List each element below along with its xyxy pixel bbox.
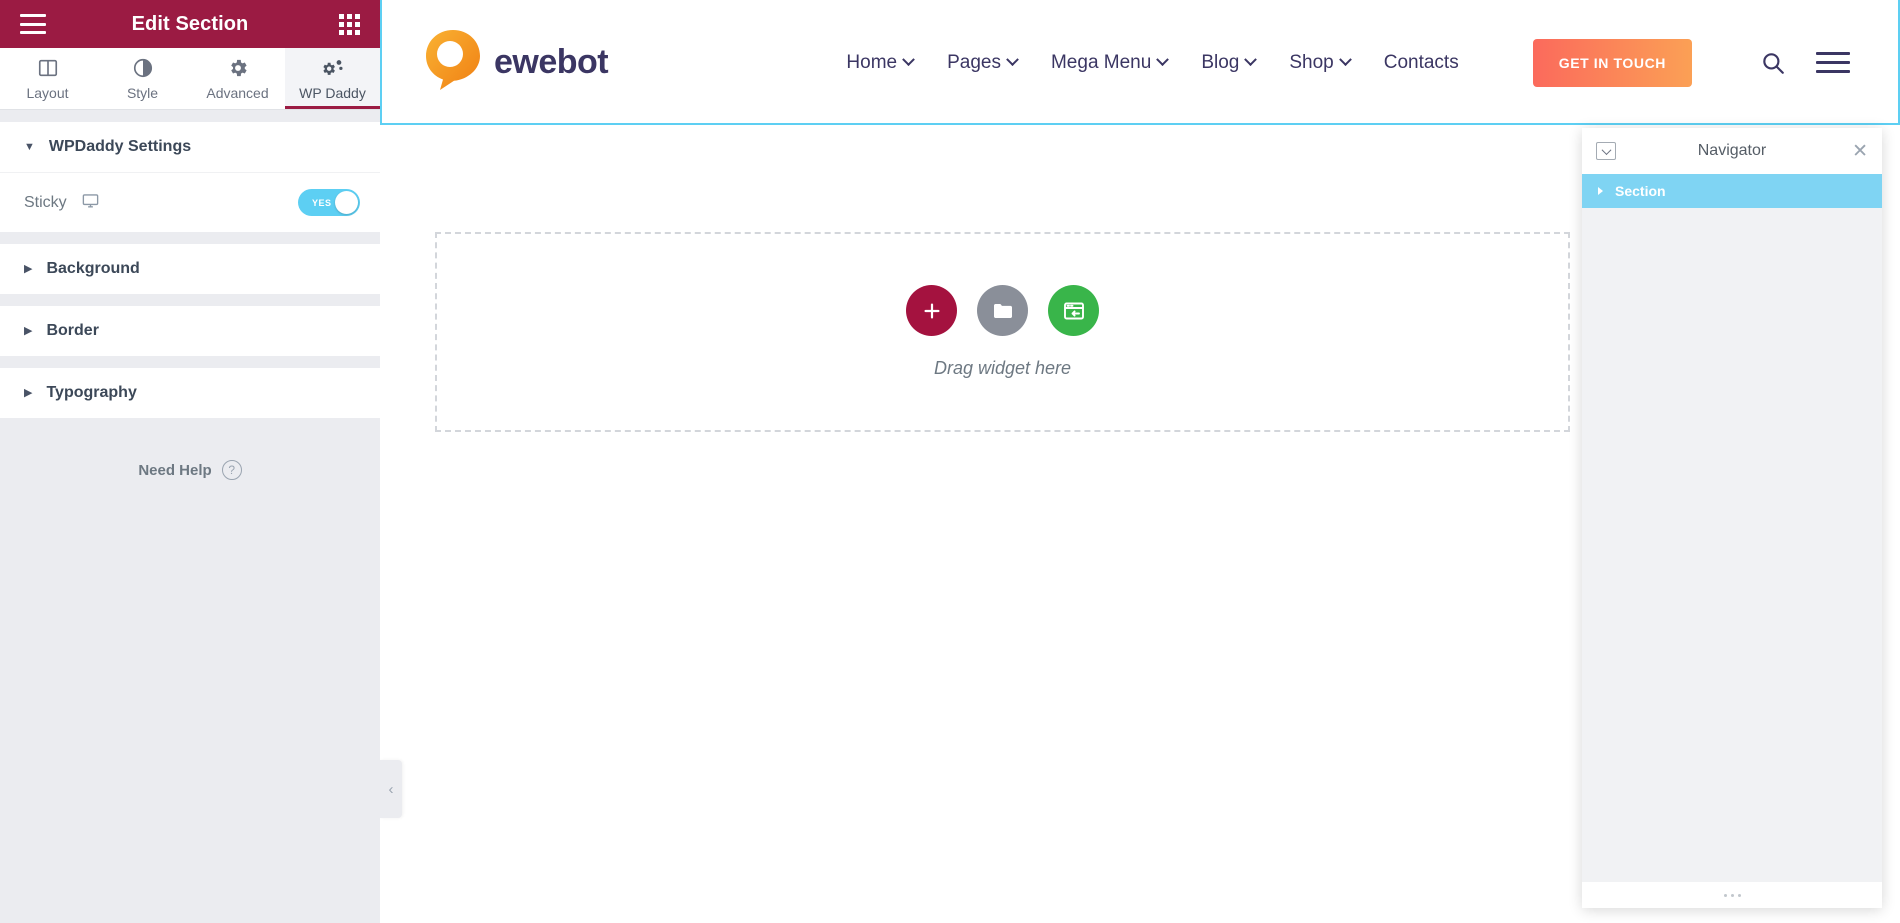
site-logo[interactable]: ewebot	[424, 28, 609, 97]
chevron-left-icon: ‹	[388, 780, 394, 798]
navigator-title: Navigator	[1697, 142, 1767, 159]
desktop-monitor-icon[interactable]	[81, 191, 100, 215]
chevron-down-icon: ▼	[24, 140, 35, 153]
nav-item-blog[interactable]: Blog	[1201, 51, 1258, 74]
navigator-item-section[interactable]: Section	[1582, 174, 1882, 208]
chevron-down-icon	[902, 53, 915, 67]
site-header: ewebot Home Pages Mega Menu Blog Shop Co…	[382, 0, 1898, 125]
navigator-item-label: Section	[1615, 183, 1666, 199]
chevron-right-icon[interactable]	[1598, 187, 1603, 195]
nav-item-pages-label: Pages	[947, 51, 1001, 73]
border-section-title: Border	[46, 322, 99, 339]
dropzone-label: Drag widget here	[933, 358, 1072, 378]
widget-dropzone[interactable]: Drag widget here	[435, 232, 1570, 432]
editor-left-panel: Edit Section Layout Style Advanced WP Da…	[0, 0, 380, 923]
header-icons	[1760, 50, 1850, 76]
add-template-button[interactable]	[977, 285, 1028, 336]
preview-canvas: ewebot Home Pages Mega Menu Blog Shop Co…	[380, 0, 1900, 923]
chevron-down-icon	[1006, 53, 1019, 67]
close-icon[interactable]: ✕	[1852, 142, 1868, 161]
sticky-control-row: Sticky YES	[0, 172, 380, 232]
need-help-link[interactable]: Need Help ?	[0, 460, 380, 480]
site-nav: Home Pages Mega Menu Blog Shop Contacts …	[846, 38, 1850, 87]
panel-tabs: Layout Style Advanced WP Daddy	[0, 48, 380, 110]
hamburger-icon[interactable]	[1816, 52, 1850, 73]
nav-item-pages[interactable]: Pages	[947, 51, 1019, 74]
nav-item-mega-menu[interactable]: Mega Menu	[1050, 51, 1170, 74]
tab-layout-label: Layout	[26, 84, 69, 101]
background-section-title: Background	[46, 260, 140, 277]
grid-icon[interactable]	[339, 13, 360, 35]
typography-section-title: Typography	[46, 384, 137, 401]
add-new-widget-button[interactable]	[906, 285, 957, 336]
contrast-circle-icon	[132, 57, 154, 79]
ewebot-teardrop-logo	[424, 28, 482, 97]
site-logo-text: ewebot	[494, 43, 609, 81]
gears-icon	[322, 57, 344, 79]
chevron-right-icon: ▶	[24, 386, 33, 399]
divider	[0, 294, 380, 306]
wpdaddy-settings-header[interactable]: ▼ WPDaddy Settings	[0, 122, 380, 172]
nav-item-contacts-label: Contacts	[1383, 51, 1459, 73]
divider	[0, 110, 380, 122]
gear-icon	[227, 57, 249, 79]
navigator-panel: Navigator ✕ Section	[1582, 128, 1882, 908]
navigator-list: Section	[1582, 174, 1882, 882]
search-icon[interactable]	[1760, 50, 1786, 76]
section-wrapper: ewebot Home Pages Mega Menu Blog Shop Co…	[380, 0, 1900, 125]
sticky-toggle[interactable]: YES	[298, 189, 360, 216]
typography-section-header[interactable]: ▶ Typography	[0, 368, 380, 418]
chevron-down-icon	[1244, 53, 1258, 67]
tab-advanced-label: Advanced	[206, 84, 269, 101]
wpdaddy-settings-title: WPDaddy Settings	[48, 138, 192, 155]
background-section-header[interactable]: ▶ Background	[0, 244, 380, 294]
chevron-down-icon	[1156, 53, 1170, 67]
tab-style-label: Style	[126, 84, 159, 101]
sticky-label: Sticky	[24, 193, 67, 211]
navigator-header: Navigator ✕	[1582, 128, 1882, 174]
panel-body: ▼ WPDaddy Settings Sticky YES ▶ Backgrou…	[0, 110, 380, 923]
nav-item-blog-label: Blog	[1201, 51, 1240, 73]
border-section-header[interactable]: ▶ Border	[0, 306, 380, 356]
tab-advanced[interactable]: Advanced	[190, 48, 285, 109]
collapse-all-icon[interactable]	[1596, 142, 1616, 160]
tab-wp-daddy[interactable]: WP Daddy	[285, 48, 380, 109]
section-highlight-box[interactable]: ewebot Home Pages Mega Menu Blog Shop Co…	[380, 0, 1900, 125]
chevron-down-icon	[1338, 53, 1352, 67]
nav-item-shop-label: Shop	[1289, 51, 1334, 73]
elementor-editor: Edit Section Layout Style Advanced WP Da…	[0, 0, 1900, 923]
nav-item-contacts[interactable]: Contacts	[1384, 52, 1459, 74]
panel-collapse-handle[interactable]: ‹	[380, 760, 402, 818]
nav-item-shop[interactable]: Shop	[1289, 51, 1352, 74]
chevron-right-icon: ▶	[24, 324, 33, 337]
nav-item-home[interactable]: Home	[846, 51, 915, 74]
get-in-touch-button[interactable]: GET IN TOUCH	[1532, 38, 1692, 87]
tab-wp-daddy-label: WP Daddy	[299, 84, 366, 101]
chevron-right-icon: ▶	[24, 262, 33, 275]
toggle-knob	[335, 191, 358, 214]
question-circle-icon: ?	[221, 460, 242, 480]
tab-layout[interactable]: Layout	[0, 48, 95, 109]
divider	[0, 232, 380, 244]
dropzone-buttons	[906, 285, 1099, 336]
page-title: Edit Section	[131, 12, 249, 35]
tab-style[interactable]: Style	[95, 48, 190, 109]
nav-item-mega-menu-label: Mega Menu	[1050, 51, 1152, 73]
panel-header: Edit Section	[0, 0, 380, 48]
layout-columns-icon	[37, 57, 59, 79]
add-saved-section-button[interactable]	[1048, 285, 1099, 336]
sticky-toggle-value: YES	[312, 197, 332, 208]
need-help-label: Need Help	[138, 461, 212, 479]
divider	[0, 356, 380, 368]
navigator-resize-grip[interactable]	[1582, 882, 1882, 908]
hamburger-icon[interactable]	[20, 14, 46, 34]
nav-item-home-label: Home	[846, 51, 898, 73]
